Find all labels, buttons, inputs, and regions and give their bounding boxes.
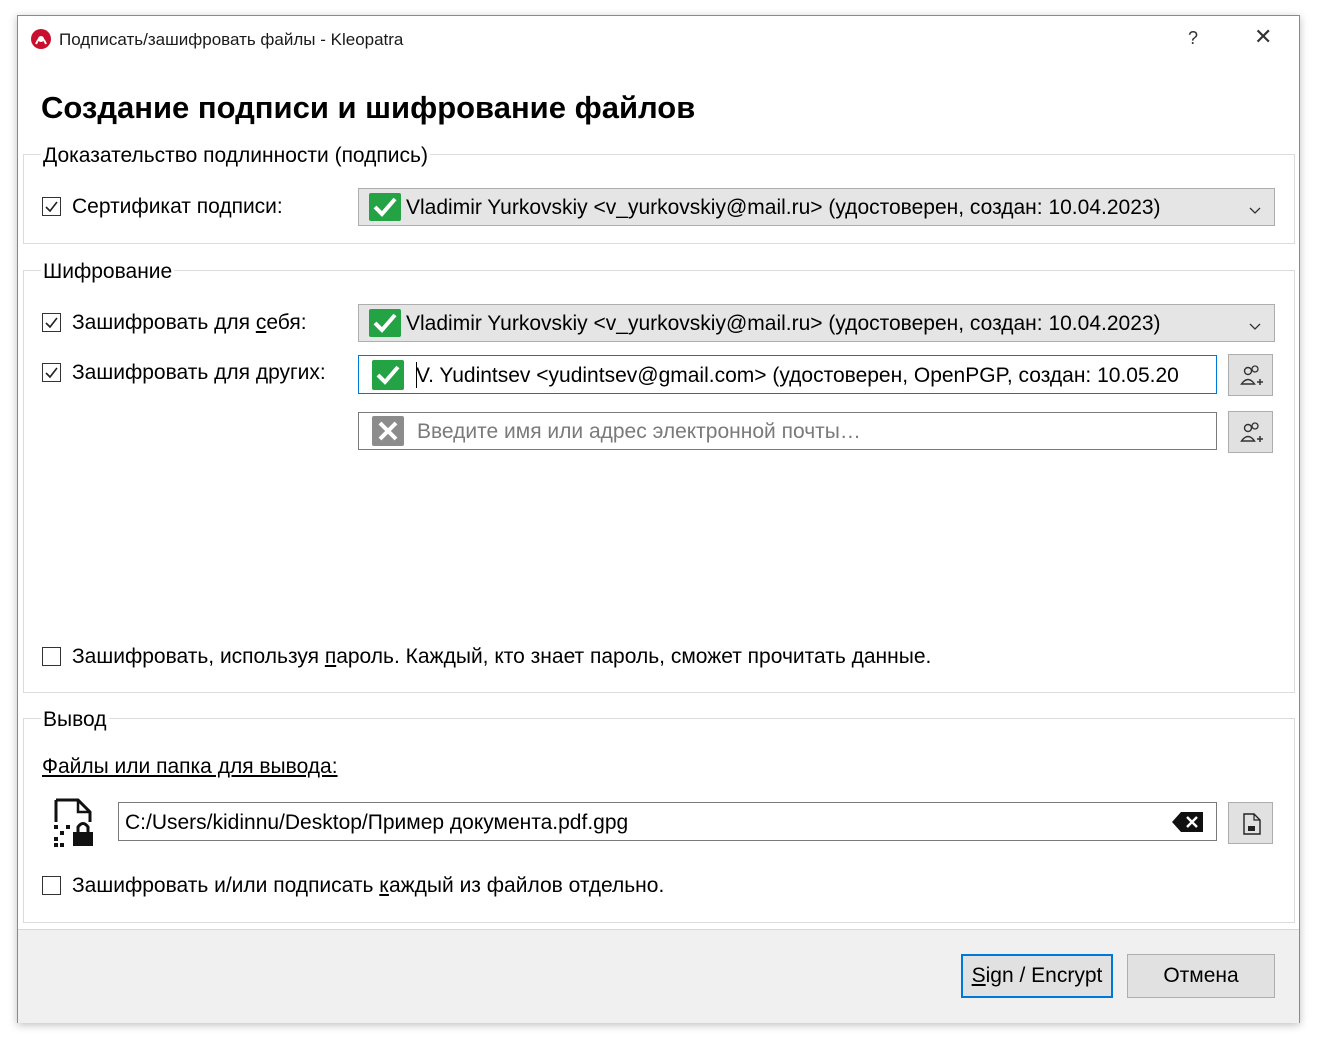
- output-path-value: C:/Users/kidinnu/Desktop/Пример документ…: [125, 811, 629, 834]
- kleopatra-app-icon: [30, 28, 52, 50]
- file-lock-icon: [52, 798, 96, 848]
- recipient-input[interactable]: V. Yudintsev <yudintsev@gmail.com> (удос…: [358, 355, 1217, 394]
- recipient-input-empty[interactable]: Введите имя или адрес электронной почты…: [358, 412, 1217, 450]
- sign-encrypt-button[interactable]: Sign / Encrypt: [961, 954, 1113, 998]
- valid-cert-icon: [372, 360, 404, 390]
- separately-label: Зашифровать и/или подписать каждый из фа…: [72, 874, 665, 897]
- encrypt-self-value: Vladimir Yurkovskiy <v_yurkovskiy@mail.r…: [406, 312, 1161, 335]
- signing-cert-label: Сертификат подписи:: [72, 195, 283, 218]
- recipient-placeholder: Введите имя или адрес электронной почты…: [417, 420, 861, 443]
- dialog-window: Подписать/зашифровать файлы - Kleopatra …: [17, 15, 1300, 1023]
- close-button[interactable]: ✕: [1254, 24, 1272, 50]
- encrypt-password-checkbox[interactable]: [42, 647, 61, 666]
- add-recipient-icon: [1240, 422, 1263, 442]
- page-title: Создание подписи и шифрование файлов: [41, 90, 696, 125]
- browse-output-button[interactable]: [1228, 802, 1273, 844]
- output-legend: Вывод: [41, 707, 109, 733]
- encrypt-self-combo[interactable]: Vladimir Yurkovskiy <v_yurkovskiy@mail.r…: [358, 304, 1275, 342]
- window-title: Подписать/зашифровать файлы - Kleopatra: [59, 30, 404, 49]
- signature-legend: Доказательство подлинности (подпись): [41, 143, 430, 169]
- encrypt-others-checkbox[interactable]: [42, 363, 61, 382]
- encrypt-password-label: Зашифровать, используя пароль. Каждый, к…: [72, 645, 932, 668]
- add-recipient-button[interactable]: [1228, 354, 1273, 396]
- output-files-label: Файлы или папка для вывода:: [42, 755, 338, 778]
- encrypt-self-label: Зашифровать для себя:: [72, 311, 307, 334]
- cancel-button[interactable]: Отмена: [1127, 954, 1275, 998]
- valid-cert-icon: [369, 193, 401, 221]
- help-button[interactable]: ?: [1188, 28, 1198, 49]
- browse-file-icon: [1243, 813, 1261, 835]
- signing-cert-combo[interactable]: Vladimir Yurkovskiy <v_yurkovskiy@mail.r…: [358, 188, 1275, 226]
- check-icon: [45, 317, 58, 329]
- chevron-down-icon: [1249, 202, 1261, 220]
- add-recipient-icon: [1240, 365, 1263, 385]
- signing-cert-checkbox[interactable]: [42, 197, 61, 216]
- invalid-cert-icon: [372, 416, 404, 446]
- valid-cert-icon: [369, 309, 401, 337]
- check-icon: [45, 201, 58, 213]
- chevron-down-icon: [1249, 318, 1261, 336]
- encrypt-self-checkbox[interactable]: [42, 313, 61, 332]
- add-recipient-button-2[interactable]: [1228, 411, 1273, 453]
- signing-cert-value: Vladimir Yurkovskiy <v_yurkovskiy@mail.r…: [406, 196, 1161, 219]
- separately-checkbox[interactable]: [42, 876, 61, 895]
- output-path-input[interactable]: C:/Users/kidinnu/Desktop/Пример документ…: [118, 802, 1217, 841]
- encrypt-others-label: Зашифровать для других:: [72, 361, 326, 384]
- check-icon: [45, 367, 58, 379]
- recipient-value: V. Yudintsev <yudintsev@gmail.com> (удос…: [416, 364, 1179, 387]
- clear-icon[interactable]: [1171, 811, 1205, 838]
- encryption-legend: Шифрование: [41, 259, 175, 285]
